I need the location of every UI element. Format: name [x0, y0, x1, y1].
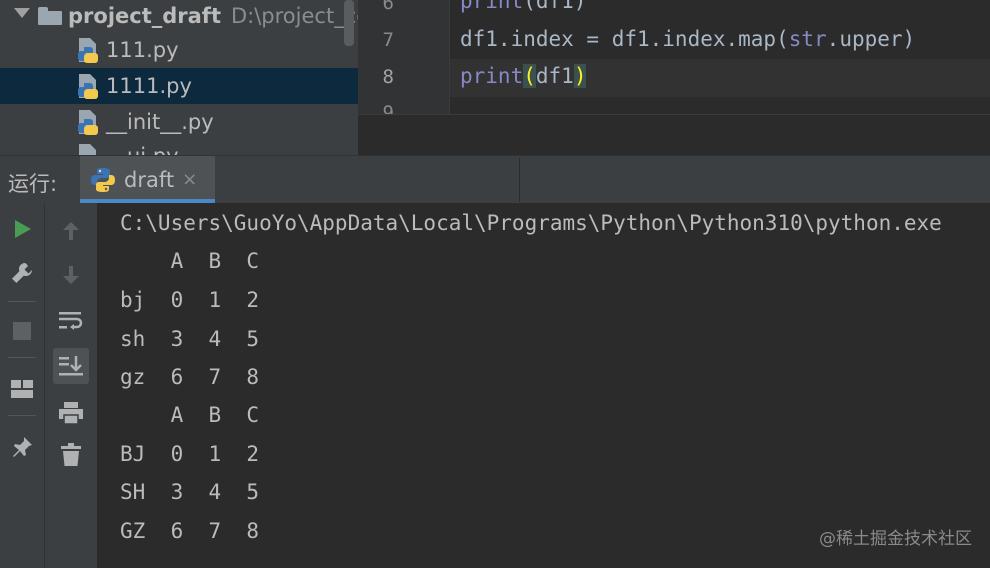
rerun-button[interactable] — [4, 211, 40, 247]
project-tree: project_draft D:\project_cod 111.py 1111… — [0, 0, 358, 155]
file-label: 1111.py — [106, 74, 192, 98]
tree-scrollbar[interactable] — [344, 0, 354, 46]
scroll-to-end-icon — [59, 356, 83, 376]
settings-button[interactable] — [4, 255, 40, 291]
chevron-down-icon[interactable] — [14, 8, 30, 18]
python-icon — [91, 167, 115, 192]
stop-icon — [13, 322, 31, 340]
run-title: 运行: — [8, 172, 58, 196]
line-number: 7 — [382, 29, 394, 51]
code-editor[interactable]: 6 7 8 9 print(df1) df1.index = df1.index… — [358, 0, 990, 114]
wrench-icon — [12, 262, 33, 283]
run-tab-draft[interactable]: draft × — [80, 156, 215, 203]
pin-icon — [13, 437, 32, 457]
tree-file-ui[interactable]: __ui.py — [0, 138, 358, 155]
line-number: 6 — [382, 0, 394, 14]
arrow-up-icon — [63, 222, 79, 240]
console-line: sh 3 4 5 — [120, 327, 260, 351]
console-line: BJ 0 1 2 — [120, 442, 260, 466]
run-icon — [15, 220, 31, 238]
run-toolbar-secondary — [45, 203, 97, 568]
trash-icon — [61, 443, 81, 466]
print-button[interactable] — [53, 395, 89, 431]
python-file-icon — [79, 144, 96, 155]
console-line: gz 6 7 8 — [120, 365, 260, 389]
tab-label: draft — [124, 167, 175, 192]
code-line-6[interactable]: print(df1) — [460, 0, 586, 13]
toolbar-separator — [8, 415, 36, 416]
console-line: A B C — [120, 249, 260, 273]
console-output[interactable]: C:\Users\GuoYo\AppData\Local\Programs\Py… — [97, 203, 990, 568]
tree-file-init[interactable]: __init__.py — [0, 104, 358, 140]
next-occurrence-button[interactable] — [53, 257, 89, 293]
tree-folder-project-draft[interactable]: project_draft D:\project_cod — [0, 0, 358, 34]
folder-path: D:\project_cod — [230, 4, 358, 28]
line-gutter: 6 7 8 9 — [358, 0, 450, 114]
console-line: SH 3 4 5 — [120, 480, 260, 504]
folder-icon — [38, 7, 62, 25]
toolbar-separator — [8, 357, 36, 358]
python-file-icon — [78, 74, 98, 99]
pin-button[interactable] — [4, 429, 40, 465]
print-icon — [59, 402, 83, 425]
file-label: __init__.py — [106, 110, 214, 134]
run-tool-window-header: 运行: draft × — [0, 155, 990, 204]
editor-footer — [358, 114, 990, 156]
code-line-8[interactable]: print(df1) — [460, 64, 587, 88]
soft-wrap-icon — [59, 312, 83, 330]
toolbar-separator — [8, 301, 36, 302]
layout-icon — [11, 380, 33, 398]
arrow-down-icon — [63, 266, 79, 284]
console-line: A B C — [120, 403, 260, 427]
scroll-to-end-button[interactable] — [53, 348, 89, 384]
soft-wrap-button[interactable] — [53, 303, 89, 339]
watermark: @稀土掘金技术社区 — [819, 529, 972, 549]
clear-all-button[interactable] — [53, 437, 89, 473]
tree-file-1111[interactable]: 1111.py — [0, 68, 358, 104]
stop-button[interactable] — [4, 313, 40, 349]
tree-file-111[interactable]: 111.py — [0, 32, 358, 68]
previous-occurrence-button[interactable] — [53, 213, 89, 249]
line-number: 8 — [382, 66, 394, 88]
console-command-line: C:\Users\GuoYo\AppData\Local\Programs\Py… — [120, 211, 942, 235]
file-label: 111.py — [106, 38, 179, 62]
code-line-7[interactable]: df1.index = df1.index.map(str.upper) — [460, 27, 915, 51]
python-file-icon — [78, 110, 98, 135]
python-file-icon — [78, 38, 98, 63]
line-number: 9 — [382, 102, 394, 114]
close-icon[interactable]: × — [182, 169, 197, 190]
top-area: project_draft D:\project_cod 111.py 1111… — [0, 0, 990, 156]
console-line: bj 0 1 2 — [120, 288, 260, 312]
file-label: __ui.py — [106, 144, 179, 155]
folder-name: project_draft — [68, 4, 221, 28]
run-toolbar-primary — [0, 203, 45, 568]
header-divider — [519, 158, 520, 202]
layout-button[interactable] — [4, 371, 40, 407]
console-line: GZ 6 7 8 — [120, 519, 260, 543]
